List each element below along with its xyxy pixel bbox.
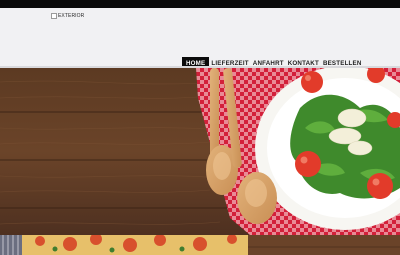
food-hero-image (0, 68, 400, 235)
broken-image-icon (51, 13, 57, 19)
hero-banner (0, 68, 400, 235)
logo-alt-text: EXTERIOR (58, 13, 85, 19)
pizza-image (0, 235, 400, 255)
teaser-strip (0, 235, 400, 255)
site-logo[interactable]: EXTERIOR (51, 13, 84, 19)
top-bar (0, 0, 400, 8)
site-header: EXTERIOR HOME LIEFERZEIT ANFAHRT KONTAKT… (0, 8, 400, 70)
